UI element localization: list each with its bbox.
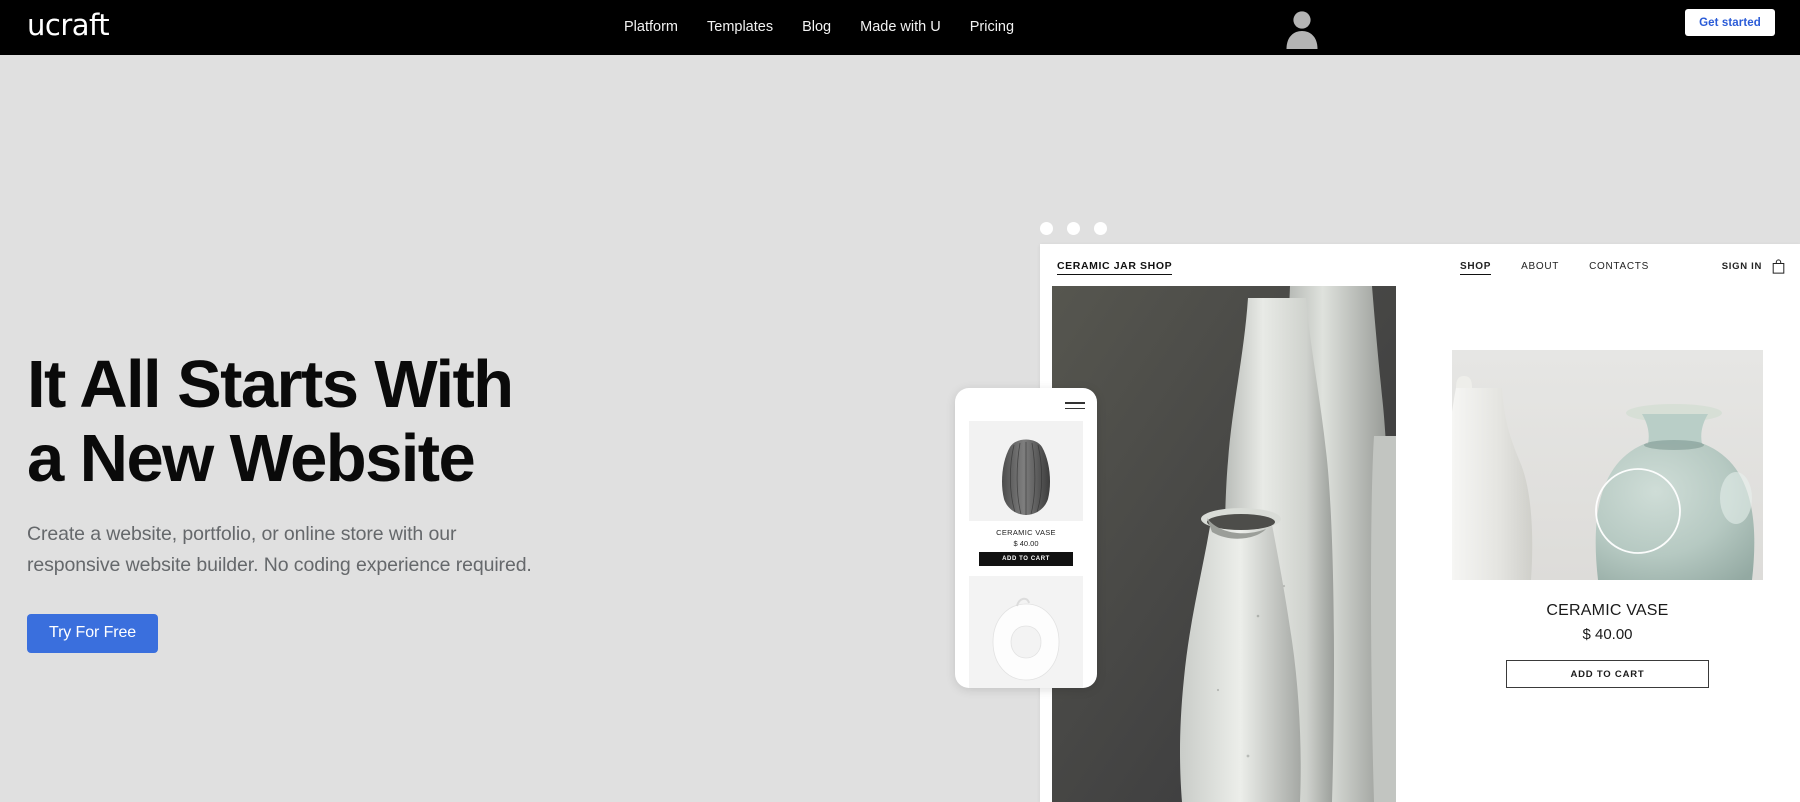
hero-subtitle: Create a website, portfolio, or online s… (27, 519, 587, 582)
user-avatar-icon[interactable] (1280, 5, 1324, 49)
hero-subtitle-line-1: Create a website, portfolio, or online s… (27, 522, 457, 545)
nav-item-templates[interactable]: Templates (707, 20, 773, 35)
shop-link-contacts[interactable]: CONTACTS (1589, 261, 1649, 275)
product-card-price: $ 40.00 (1582, 626, 1633, 643)
phone-add-to-cart-button[interactable]: ADD TO CART (979, 552, 1073, 566)
browser-dot-3[interactable] (1094, 222, 1107, 235)
hero-copy-block: It All Starts With a New Website Create … (27, 347, 647, 653)
hero-title-line-1: It All Starts With (27, 347, 514, 422)
hamburger-menu-icon[interactable] (1065, 402, 1085, 413)
celadon-vase-photo (1452, 350, 1763, 580)
main-menu: Platform Templates Blog Made with U Pric… (624, 0, 1014, 55)
try-for-free-button[interactable]: Try For Free (27, 613, 159, 653)
shop-hero-photo (1052, 286, 1396, 802)
phone-mockup: CERAMIC VASE $ 40.00 ADD TO CART (955, 388, 1097, 688)
page-root: ucraft Platform Templates Blog Made with… (0, 0, 1800, 802)
sign-in-link[interactable]: SIGN IN (1722, 261, 1762, 272)
ucraft-logo[interactable]: ucraft (27, 11, 110, 40)
product-card: CERAMIC VASE $ 40.00 ADD TO CART (1452, 350, 1763, 700)
shop-account-area: SIGN IN (1722, 259, 1785, 274)
browser-window-dots (1040, 222, 1107, 235)
shop-brand-logo[interactable]: CERAMIC JAR SHOP (1057, 260, 1173, 275)
shopping-bag-icon[interactable] (1772, 259, 1785, 274)
phone-product-image (969, 421, 1083, 521)
hero-title-line-2: a New Website (27, 421, 476, 497)
page-title: It All Starts With a New Website (27, 347, 647, 497)
hero-subtitle-line-2: responsive website builder. No coding ex… (27, 554, 532, 577)
nav-item-made-with-u[interactable]: Made with U (860, 20, 941, 35)
nav-item-pricing[interactable]: Pricing (970, 20, 1014, 35)
shop-link-shop[interactable]: SHOP (1460, 261, 1492, 275)
shop-link-about[interactable]: ABOUT (1521, 261, 1559, 275)
phone-product-name: CERAMIC VASE (996, 528, 1056, 537)
nav-item-platform[interactable]: Platform (624, 20, 678, 35)
shop-menu: SHOP ABOUT CONTACTS (1460, 261, 1649, 275)
donut-vase-icon (969, 576, 1083, 688)
get-started-button[interactable]: Get started (1685, 9, 1775, 36)
browser-dot-2[interactable] (1067, 222, 1080, 235)
browser-dot-1[interactable] (1040, 222, 1053, 235)
phone-product-price: $ 40.00 (1013, 539, 1039, 548)
product-card-name: CERAMIC VASE (1546, 602, 1669, 619)
ribbed-vase-icon (969, 421, 1083, 521)
phone-product-image-2 (969, 576, 1083, 688)
ceramic-vases-photo (1052, 286, 1396, 802)
add-to-cart-button[interactable]: ADD TO CART (1506, 660, 1709, 688)
top-navigation-bar: ucraft Platform Templates Blog Made with… (0, 0, 1800, 55)
product-card-image (1452, 350, 1763, 580)
nav-item-blog[interactable]: Blog (802, 20, 831, 35)
shop-navigation: CERAMIC JAR SHOP SHOP ABOUT CONTACTS SIG… (1040, 244, 1800, 290)
